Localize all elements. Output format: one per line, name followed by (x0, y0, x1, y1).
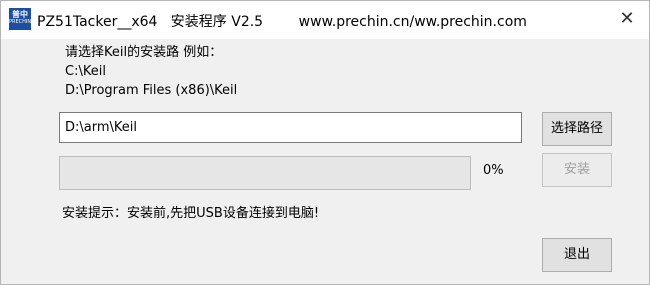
window-title: PZ51Tacker__x64 安装程序 V2.5 www.prechin.cn… (37, 14, 527, 30)
title-bar[interactable]: 普中 PRECHIN PZ51Tacker__x64 安装程序 V2.5 www… (1, 1, 649, 39)
exit-button[interactable]: 退出 (542, 238, 612, 272)
install-path-input[interactable]: D:\arm\Keil (59, 112, 522, 143)
instruction-line-1: 请选择Keil的安装路 例如： (65, 45, 223, 60)
close-icon[interactable]: ✕ (615, 7, 639, 31)
logo-subtext: PRECHIN (9, 19, 32, 25)
instruction-line-3: D:\Program Files (x86)\Keil (65, 83, 238, 98)
installer-window: 普中 PRECHIN PZ51Tacker__x64 安装程序 V2.5 www… (0, 0, 650, 285)
progress-percent: 0% (483, 163, 504, 178)
logo-text: 普中 (12, 10, 28, 19)
install-tip: 安装提示：安装前,先把USB设备连接到电脑! (62, 206, 320, 221)
instruction-line-2: C:\Keil (65, 64, 106, 79)
prechin-logo-icon: 普中 PRECHIN (9, 8, 31, 30)
install-button[interactable]: 安装 (542, 153, 612, 187)
browse-path-button[interactable]: 选择路径 (542, 112, 612, 146)
install-progress-bar (59, 156, 471, 190)
